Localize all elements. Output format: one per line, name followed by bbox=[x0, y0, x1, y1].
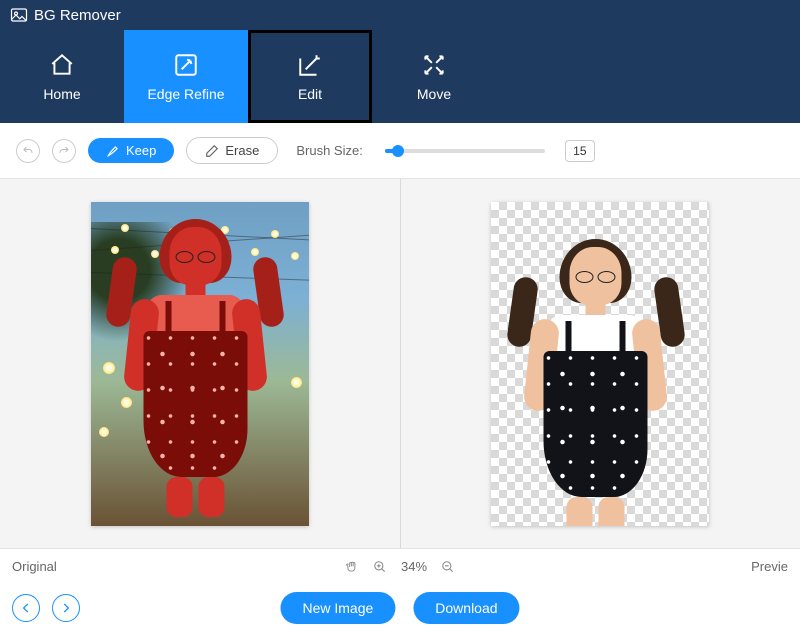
prev-button[interactable] bbox=[12, 594, 40, 622]
redo-icon bbox=[58, 145, 70, 157]
nav-edge-refine[interactable]: Edge Refine bbox=[124, 30, 248, 123]
chevron-right-icon bbox=[59, 601, 73, 615]
status-bar: Original 34% Previe bbox=[0, 548, 800, 584]
home-icon bbox=[49, 52, 75, 78]
zoom-level: 34% bbox=[401, 559, 427, 574]
main-nav: Home Edge Refine Edit Move bbox=[0, 30, 800, 123]
edge-refine-icon bbox=[173, 52, 199, 78]
preview-panel[interactable] bbox=[401, 179, 800, 548]
keep-button[interactable]: Keep bbox=[88, 138, 174, 163]
brush-size-slider[interactable] bbox=[385, 149, 545, 153]
chevron-left-icon bbox=[19, 601, 33, 615]
zoom-out-icon[interactable] bbox=[441, 560, 455, 574]
eraser-icon bbox=[205, 144, 219, 158]
nav-home[interactable]: Home bbox=[0, 30, 124, 123]
preview-image bbox=[491, 202, 709, 526]
redo-button[interactable] bbox=[52, 139, 76, 163]
move-icon bbox=[421, 52, 447, 78]
keep-label: Keep bbox=[126, 143, 156, 158]
brush-size-value[interactable]: 15 bbox=[565, 140, 595, 162]
app-title: BG Remover bbox=[34, 7, 121, 24]
footer-bar: New Image Download bbox=[0, 584, 800, 632]
download-button[interactable]: Download bbox=[413, 592, 519, 624]
slider-thumb[interactable] bbox=[392, 145, 404, 157]
original-image bbox=[91, 202, 309, 526]
edit-icon bbox=[297, 52, 323, 78]
erase-label: Erase bbox=[225, 143, 259, 158]
nav-move-label: Move bbox=[417, 86, 451, 102]
brush-size-label: Brush Size: bbox=[296, 143, 362, 158]
preview-label: Previe bbox=[751, 559, 788, 574]
original-label: Original bbox=[12, 559, 57, 574]
brush-keep-icon bbox=[106, 144, 120, 158]
nav-edge-refine-label: Edge Refine bbox=[147, 86, 224, 102]
original-panel[interactable] bbox=[0, 179, 401, 548]
app-logo-icon bbox=[10, 6, 28, 24]
nav-edit-label: Edit bbox=[298, 86, 322, 102]
canvas-area bbox=[0, 178, 800, 548]
hand-pan-icon[interactable] bbox=[345, 560, 359, 574]
nav-move[interactable]: Move bbox=[372, 30, 496, 123]
nav-edit[interactable]: Edit bbox=[248, 30, 372, 123]
undo-button[interactable] bbox=[16, 139, 40, 163]
toolbar: Keep Erase Brush Size: 15 bbox=[0, 123, 800, 178]
app-brand: BG Remover bbox=[0, 0, 800, 30]
zoom-in-icon[interactable] bbox=[373, 560, 387, 574]
nav-home-label: Home bbox=[43, 86, 80, 102]
undo-icon bbox=[22, 145, 34, 157]
erase-button[interactable]: Erase bbox=[186, 137, 278, 164]
new-image-button[interactable]: New Image bbox=[280, 592, 395, 624]
next-button[interactable] bbox=[52, 594, 80, 622]
